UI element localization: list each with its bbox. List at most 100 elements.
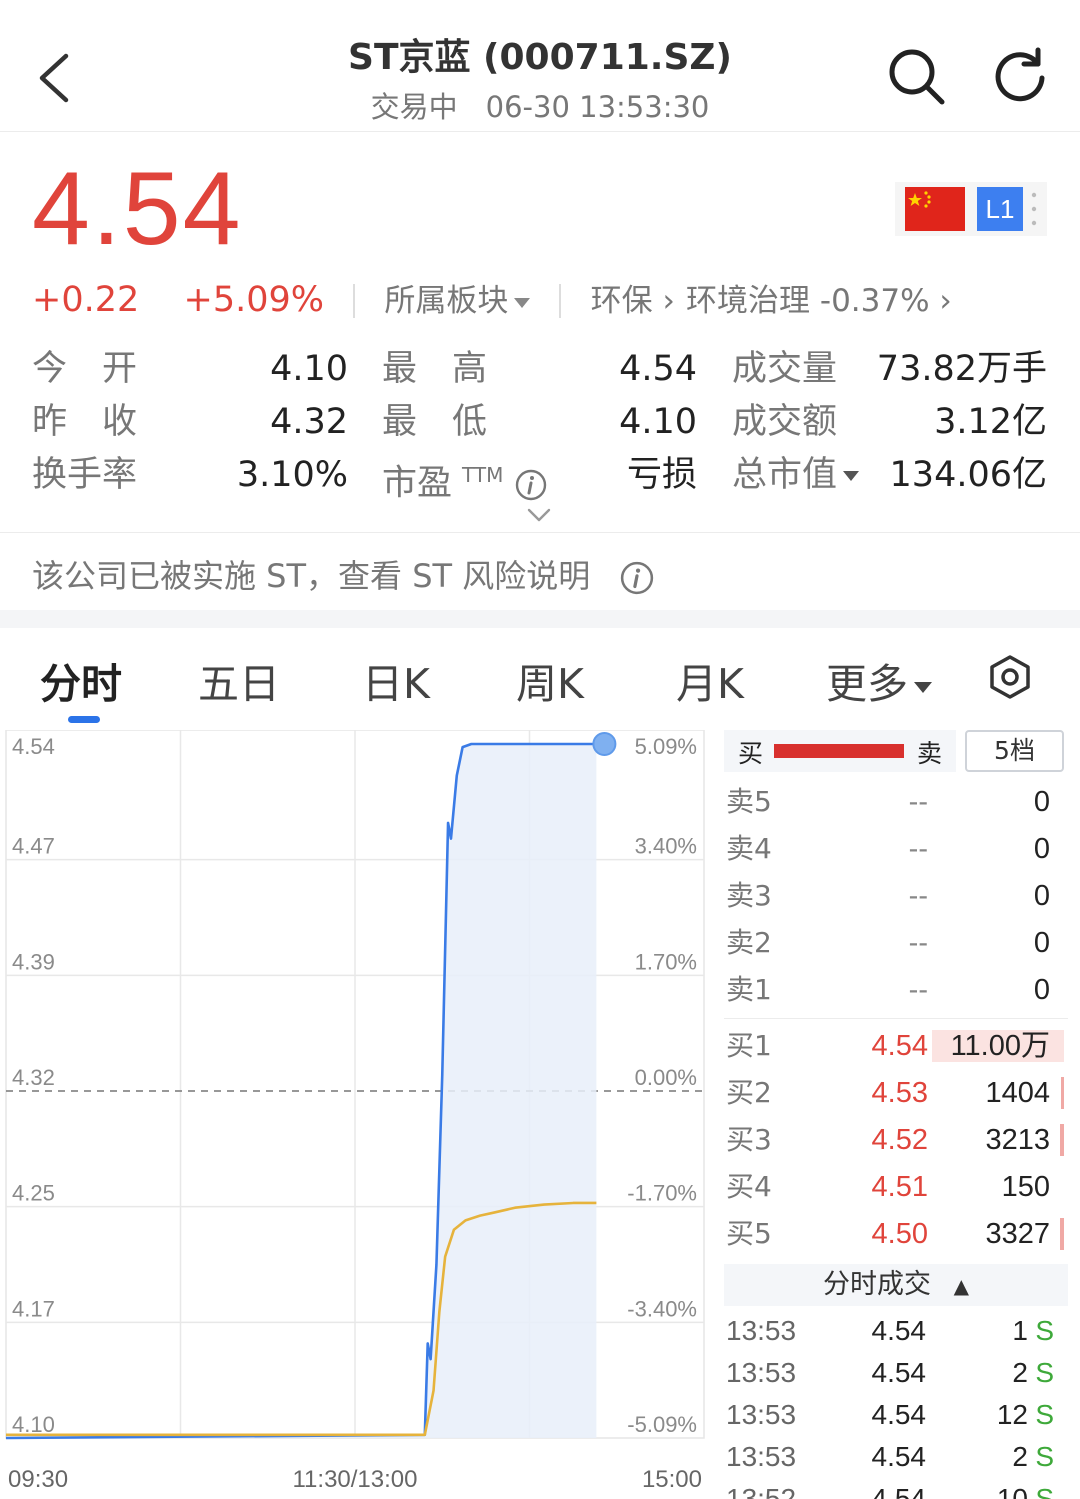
active-tab-indicator: [68, 716, 100, 723]
tick-trade-row: 13:53 4.54 2 S: [724, 1352, 1068, 1394]
bid-level-row[interactable]: 买2 4.53 1404: [724, 1073, 1068, 1113]
refresh-icon[interactable]: [992, 46, 1050, 104]
ask-level-row[interactable]: 卖1 -- 0: [724, 970, 1068, 1010]
high-value: 4.54: [619, 349, 697, 389]
level-label: 卖3: [726, 879, 772, 912]
settings-hexagon-icon[interactable]: [988, 654, 1032, 700]
trade-direction: S: [1035, 1399, 1054, 1430]
sell-label: 卖: [916, 739, 942, 768]
market-cap-dropdown[interactable]: 总市值: [732, 453, 860, 497]
chevron-down-icon[interactable]: [526, 506, 552, 524]
level-volume: 1404: [985, 1077, 1050, 1109]
bid-level-row[interactable]: 买5 4.50 3327: [724, 1214, 1068, 1254]
more-vertical-icon[interactable]: [1031, 190, 1037, 228]
price-change-pct: +5.09%: [183, 280, 325, 320]
tab-more[interactable]: 更多: [826, 650, 932, 710]
tick-trades-header[interactable]: 分时成交 ▲: [724, 1264, 1068, 1306]
open-label: 今 开: [32, 349, 138, 389]
level-price: --: [908, 880, 928, 912]
y-axis-label-left: 4.10: [12, 1412, 55, 1437]
tab-intraday[interactable]: 分时: [40, 650, 122, 710]
level-volume: 0: [1033, 786, 1050, 818]
level-volume: 0: [1033, 927, 1050, 959]
trade-price: 4.54: [871, 1357, 927, 1388]
level-volume: 0: [1033, 974, 1050, 1006]
level-price: --: [908, 927, 928, 959]
level-price: --: [908, 786, 928, 818]
china-flag-icon: [905, 187, 965, 231]
trade-price: 4.54: [871, 1483, 927, 1499]
level-volume: 3213: [985, 1124, 1050, 1156]
ask-level-row[interactable]: 卖2 -- 0: [724, 923, 1068, 963]
bid-level-row[interactable]: 买4 4.51 150: [724, 1167, 1068, 1207]
ask-level-row[interactable]: 卖5 -- 0: [724, 782, 1068, 822]
tab-weekly-k[interactable]: 周K: [516, 650, 584, 710]
intraday-chart[interactable]: 4.54 4.47 4.39 4.32 4.25 4.17 4.10 5.09% 3.40% 1.…: [0, 730, 712, 1499]
tick-trade-row: 13:53 4.54 1 S: [724, 1310, 1068, 1352]
market-badges[interactable]: L1: [895, 182, 1047, 236]
search-icon[interactable]: [886, 46, 946, 106]
volume-value: 73.82万手: [876, 349, 1047, 389]
tick-trade-row: 13:53 4.54 2 S: [724, 1436, 1068, 1478]
order-book: 买 卖 5档 卖5 -- 0 卖4 -- 0 卖3 -- 0 卖2 -- 0 卖1 -- 0 买1 4.54 1…: [724, 728, 1068, 1499]
bid-volume-bar: [1060, 1218, 1064, 1250]
trade-price: 4.54: [871, 1441, 927, 1472]
turnover-label: 换手率: [32, 455, 138, 495]
section-divider: [0, 610, 1080, 628]
level-label: 买1: [726, 1029, 772, 1062]
level-label: 买3: [726, 1123, 772, 1156]
tick-trades-title: 分时成交: [823, 1269, 931, 1300]
trade-qty: 10: [996, 1483, 1028, 1499]
top-bar: ST京蓝 (000711.SZ) 交易中 06-30 13:53:30: [0, 0, 1080, 132]
y-axis-label-right: -5.09%: [627, 1412, 697, 1437]
tick-trade-row: 13:52 4.54 10 S: [724, 1478, 1068, 1499]
tab-daily-k[interactable]: 日K: [362, 650, 430, 710]
low-label: 最 低: [382, 402, 488, 442]
level-price: 4.53: [871, 1077, 928, 1109]
level-label: 卖1: [726, 973, 772, 1006]
chevron-right-icon: ›: [662, 283, 675, 319]
trade-time: 13:53: [726, 1441, 797, 1472]
pe-label[interactable]: 市盈 TTM: [382, 453, 547, 506]
x-axis-label: 11:30/13:00: [292, 1466, 417, 1493]
level-volume: 11.00万: [950, 1030, 1050, 1062]
level1-badge[interactable]: L1: [977, 187, 1023, 231]
trade-qty: 1: [1012, 1315, 1028, 1346]
sector-2-change: -0.37%: [819, 283, 930, 319]
trade-time: 13:52: [726, 1483, 797, 1499]
tab-five-day[interactable]: 五日: [198, 650, 280, 710]
ask-level-row[interactable]: 卖3 -- 0: [724, 876, 1068, 916]
bid-level-row[interactable]: 买3 4.52 3213: [724, 1120, 1068, 1160]
level-price: 4.54: [871, 1030, 928, 1062]
y-axis-label-left: 4.54: [12, 734, 55, 759]
divider: [724, 1018, 1068, 1019]
info-icon[interactable]: [620, 561, 654, 595]
level-volume: 0: [1033, 880, 1050, 912]
trade-qty: 2: [1012, 1357, 1028, 1388]
y-axis-label-left: 4.39: [12, 949, 55, 974]
tab-more-label: 更多: [826, 660, 908, 708]
sector-link-1[interactable]: 环保 ›: [591, 283, 675, 319]
pe-label-text: 市盈: [382, 463, 453, 504]
notice-row: 该公司已被实施 ST，查看 ST 风险说明: [32, 551, 654, 597]
low-value: 4.10: [619, 402, 697, 442]
bid-level-row[interactable]: 买1 4.54 11.00万: [724, 1026, 1068, 1066]
sector-dropdown[interactable]: 所属板块: [384, 283, 531, 319]
caret-down-icon: [514, 297, 531, 308]
trade-price: 4.54: [871, 1399, 927, 1430]
turnover-value: 3.10%: [236, 455, 348, 495]
trade-time: 13:53: [726, 1315, 797, 1346]
level-label: 买5: [726, 1217, 772, 1250]
trade-direction: S: [1035, 1357, 1054, 1388]
level-label: 卖5: [726, 785, 772, 818]
quote-datetime: 06-30 13:53:30: [485, 90, 710, 124]
depth-level-button[interactable]: 5档: [965, 730, 1064, 772]
y-axis-label-right: 3.40%: [635, 834, 697, 859]
tab-monthly-k[interactable]: 月K: [676, 650, 744, 710]
x-axis-label: 09:30: [8, 1466, 68, 1493]
trade-qty: 12: [996, 1399, 1028, 1430]
sector-link-2[interactable]: 环境治理 -0.37% ›: [686, 283, 952, 319]
info-icon[interactable]: [515, 469, 547, 501]
st-risk-notice[interactable]: 该公司已被实施 ST，查看 ST 风险说明: [0, 532, 1080, 610]
ask-level-row[interactable]: 卖4 -- 0: [724, 829, 1068, 869]
